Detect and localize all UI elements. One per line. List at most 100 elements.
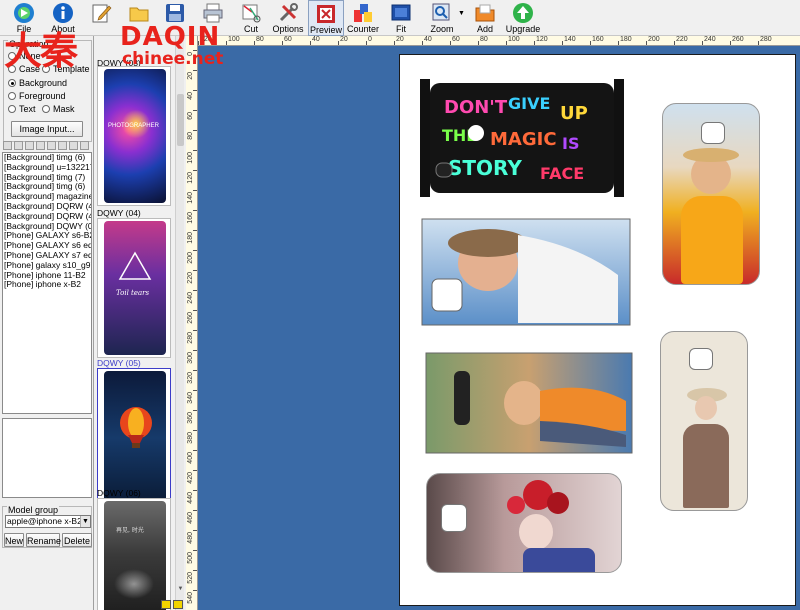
skin-flower-crown[interactable]: [418, 215, 634, 329]
skin-camera-cutout: [701, 122, 725, 144]
delete-model-button[interactable]: Delete: [62, 533, 92, 547]
save-button[interactable]: [162, 0, 188, 36]
ruler-tick: [193, 110, 197, 111]
ruler-label: 100: [187, 152, 194, 164]
ruler-tick: [674, 41, 675, 45]
zoom-dropdown-icon[interactable]: ▼: [458, 10, 465, 17]
about-button[interactable]: About: [46, 0, 80, 36]
properties-box: [2, 418, 92, 498]
thumbnail-caption: DQWY (06): [97, 488, 141, 498]
ruler-label: 80: [187, 132, 194, 140]
ruler-label: 240: [704, 36, 716, 43]
scroll-down-icon[interactable]: ▼: [176, 586, 185, 595]
ruler-tick: [193, 390, 197, 391]
chevron-down-icon[interactable]: ▼: [80, 516, 90, 527]
ruler-tick: [226, 41, 227, 45]
radio-mask[interactable]: Mask: [42, 104, 75, 114]
upgrade-label: Upgrade: [505, 24, 541, 34]
fit-button[interactable]: Fit: [388, 0, 414, 36]
ruler-label: 460: [187, 512, 194, 524]
last-page-icon[interactable]: [173, 600, 183, 609]
preview-label: Preview: [309, 25, 342, 35]
skin-hammock-girl[interactable]: [420, 351, 638, 455]
ruler-label: 240: [187, 292, 194, 304]
layer-tool-7-icon[interactable]: [69, 141, 78, 150]
thumbnail-scrollbar[interactable]: ▲ ▼: [175, 36, 184, 610]
counter-button[interactable]: Counter: [346, 0, 380, 36]
add-folder-icon: [475, 4, 495, 22]
ruler-tick: [394, 41, 395, 45]
layer-tool-1-icon[interactable]: [3, 141, 12, 150]
layer-tool-4-icon[interactable]: [36, 141, 45, 150]
options-button[interactable]: Options: [270, 0, 306, 36]
cut-button[interactable]: Cut: [236, 0, 266, 36]
layer-list[interactable]: [Background] timg (6) [Background] u=1322…: [2, 152, 92, 414]
radio-background[interactable]: Background: [8, 78, 67, 88]
ruler-tick: [193, 150, 197, 151]
zoom-button[interactable]: Zoom ▼: [422, 0, 465, 36]
ruler-label: 160: [592, 36, 604, 43]
skin-camera-cutout: [689, 348, 713, 370]
radio-case[interactable]: Case: [8, 64, 40, 74]
ruler-tick: [198, 41, 199, 45]
layer-tool-3-icon[interactable]: [25, 141, 34, 150]
ruler-tick: [758, 41, 759, 45]
ruler-label: 0: [187, 52, 194, 56]
scroll-up-icon[interactable]: ▲: [176, 36, 185, 45]
model-group-title: Model group: [7, 505, 60, 515]
radio-text-label: Text: [19, 104, 36, 114]
thumbnail-dqwy-04[interactable]: Toil tears: [97, 218, 171, 358]
skin-galaxy-yellow-dress[interactable]: [662, 103, 760, 285]
ruler-tick: [193, 410, 197, 411]
radio-foreground[interactable]: Foreground: [8, 91, 66, 101]
upgrade-button[interactable]: Upgrade: [504, 0, 542, 36]
file-label: File: [16, 24, 32, 34]
skin-flower-crown-shape: [421, 218, 631, 326]
ruler-tick: [193, 230, 197, 231]
design-canvas[interactable]: DON'T GIVE UP THE MAGIC IS STORY FACE: [198, 46, 800, 610]
hot-air-balloon-icon: [120, 407, 152, 448]
ruler-label: 280: [760, 36, 772, 43]
radio-none[interactable]: None: [8, 51, 41, 61]
skin-roses[interactable]: [426, 473, 622, 573]
add-button[interactable]: Add: [472, 0, 498, 36]
skin-figure-dress: [523, 548, 595, 572]
thumbnail-dqwy-03[interactable]: PHOTOGRAPHER: [97, 66, 171, 206]
layer-tool-5-icon[interactable]: [47, 141, 56, 150]
preview-button[interactable]: Preview: [308, 0, 344, 36]
print-button[interactable]: [200, 0, 226, 36]
ruler-tick: [254, 41, 255, 45]
ruler-tick: [702, 41, 703, 45]
new-button[interactable]: [88, 0, 114, 36]
layer-item[interactable]: [Phone] iphone x-B2: [3, 280, 91, 290]
new-model-button[interactable]: New: [4, 533, 24, 547]
ruler-label: 40: [187, 92, 194, 100]
open-button[interactable]: [126, 0, 152, 36]
image-input-button[interactable]: Image Input...: [11, 121, 83, 137]
ruler-label: 360: [187, 412, 194, 424]
file-button[interactable]: File: [10, 0, 38, 36]
thumbnail-dqwy-05[interactable]: [97, 368, 171, 508]
skin-hammock-girl-shape: [425, 352, 633, 454]
next-page-icon[interactable]: [161, 600, 171, 609]
layer-tool-6-icon[interactable]: [58, 141, 67, 150]
radio-template[interactable]: Template: [42, 64, 90, 74]
layer-tool-2-icon[interactable]: [14, 141, 23, 150]
radio-mask-label: Mask: [53, 104, 75, 114]
layer-delete-icon[interactable]: [80, 141, 89, 150]
skin-galaxy-vintage[interactable]: [660, 331, 748, 511]
scrollbar-thumb[interactable]: [177, 94, 184, 146]
print-page[interactable]: DON'T GIVE UP THE MAGIC IS STORY FACE: [399, 54, 796, 606]
ruler-label: 380: [187, 432, 194, 444]
thumbnail-dqwy-06[interactable]: 再见, 时光: [97, 498, 171, 610]
ruler-tick: [193, 370, 197, 371]
rename-model-button[interactable]: Rename: [26, 533, 61, 547]
printer-icon: [203, 3, 223, 23]
skin-figure: [519, 514, 553, 550]
ruler-tick: [478, 41, 479, 45]
skin-iphone-letters[interactable]: DON'T GIVE UP THE MAGIC IS STORY FACE: [420, 79, 624, 197]
ruler-tick: [193, 170, 197, 171]
model-group-select[interactable]: apple@iphone x-B2 ▼: [5, 515, 91, 528]
radio-template-label: Template: [53, 64, 90, 74]
radio-text[interactable]: Text: [8, 104, 36, 114]
